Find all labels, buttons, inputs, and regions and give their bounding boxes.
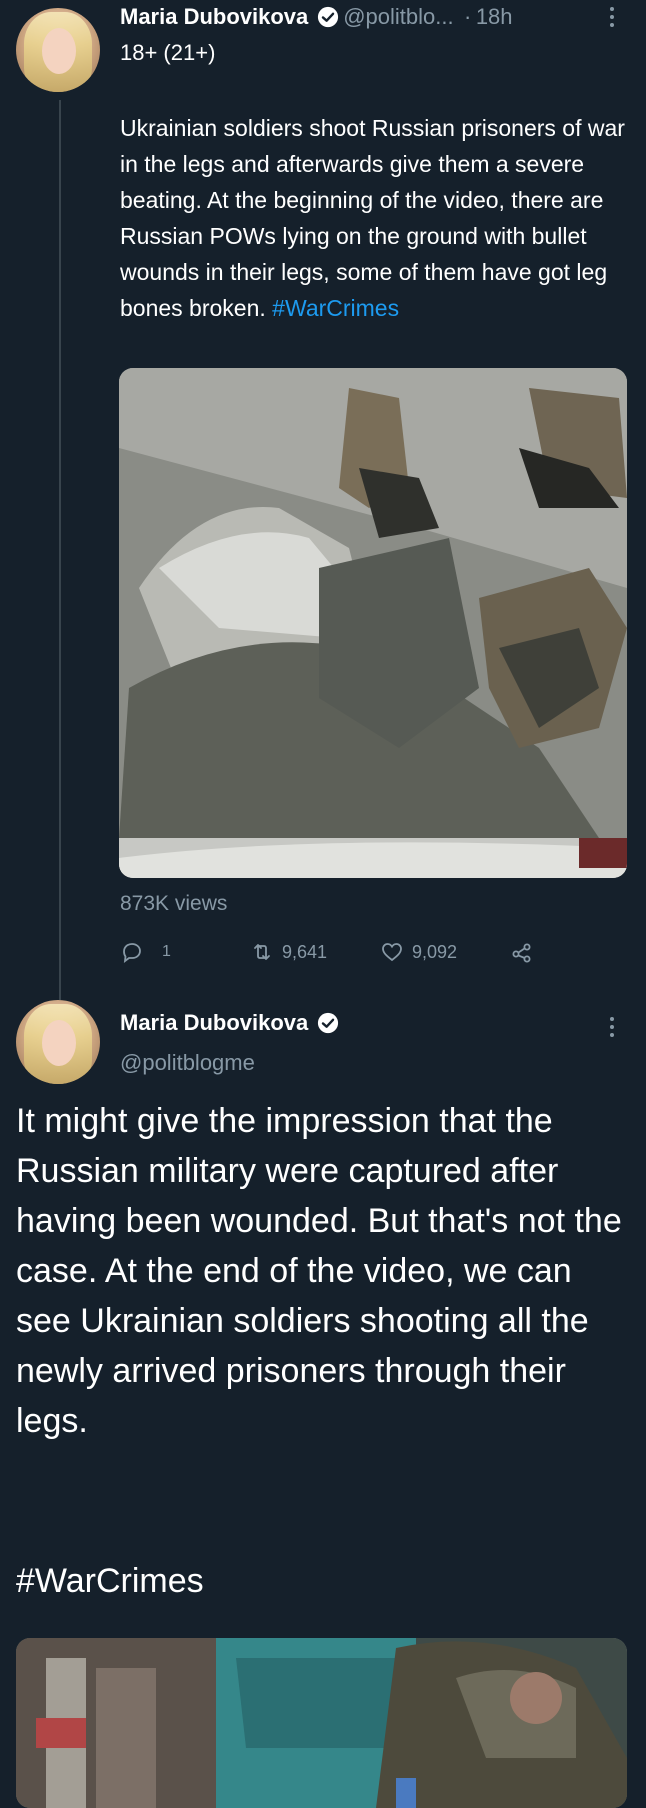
avatar[interactable] [16,8,100,92]
like-count: 9,092 [412,941,458,962]
tweet-text: Ukrainian soldiers shoot Russian prisone… [120,110,630,326]
more-options-button[interactable] [608,1014,616,1046]
more-vertical-icon [610,7,614,27]
video-media[interactable] [119,368,627,878]
handle[interactable]: @politblogme [120,1050,255,1076]
hashtag-link[interactable]: #WarCrimes [272,295,399,321]
reply-count: 1 [162,943,171,960]
tweet-text: It might give the impression that the Ru… [16,1102,622,1440]
verified-badge-icon [317,6,338,28]
tweet-header: Maria Dubovikova @politblo... · 18h [120,4,513,30]
video-frame [16,1638,627,1808]
more-vertical-icon [610,1017,614,1037]
tweet-header: Maria Dubovikova [120,1010,339,1036]
rating-label: 18+ (21+) [120,40,216,65]
tweet-body: Ukrainian soldiers shoot Russian prisone… [120,115,625,321]
display-name[interactable]: Maria Dubovikova [120,1010,308,1035]
separator-dot: · [464,4,472,29]
verified-badge-icon [317,1012,338,1034]
heart-icon [382,943,402,962]
view-count: 873K views [120,892,228,915]
retweet-icon [254,944,270,960]
handle[interactable]: @politblo... [343,4,453,29]
video-media[interactable] [16,1638,627,1808]
retweet-count: 9,641 [282,941,328,962]
thread-line [59,100,61,1000]
video-frame [119,368,627,878]
avatar[interactable] [16,1000,100,1084]
more-options-button[interactable] [608,4,616,36]
share-button[interactable] [510,940,534,964]
hashtag-link[interactable]: #WarCrimes [16,1556,204,1606]
like-button[interactable]: 9,092 [380,940,457,964]
reply-icon [123,943,141,963]
display-name[interactable]: Maria Dubovikova [120,4,308,29]
retweet-button[interactable]: 9,641 [250,940,327,964]
share-icon [512,943,531,963]
timestamp[interactable]: 18h [476,4,513,29]
reply-button[interactable]: 1 [120,940,171,964]
